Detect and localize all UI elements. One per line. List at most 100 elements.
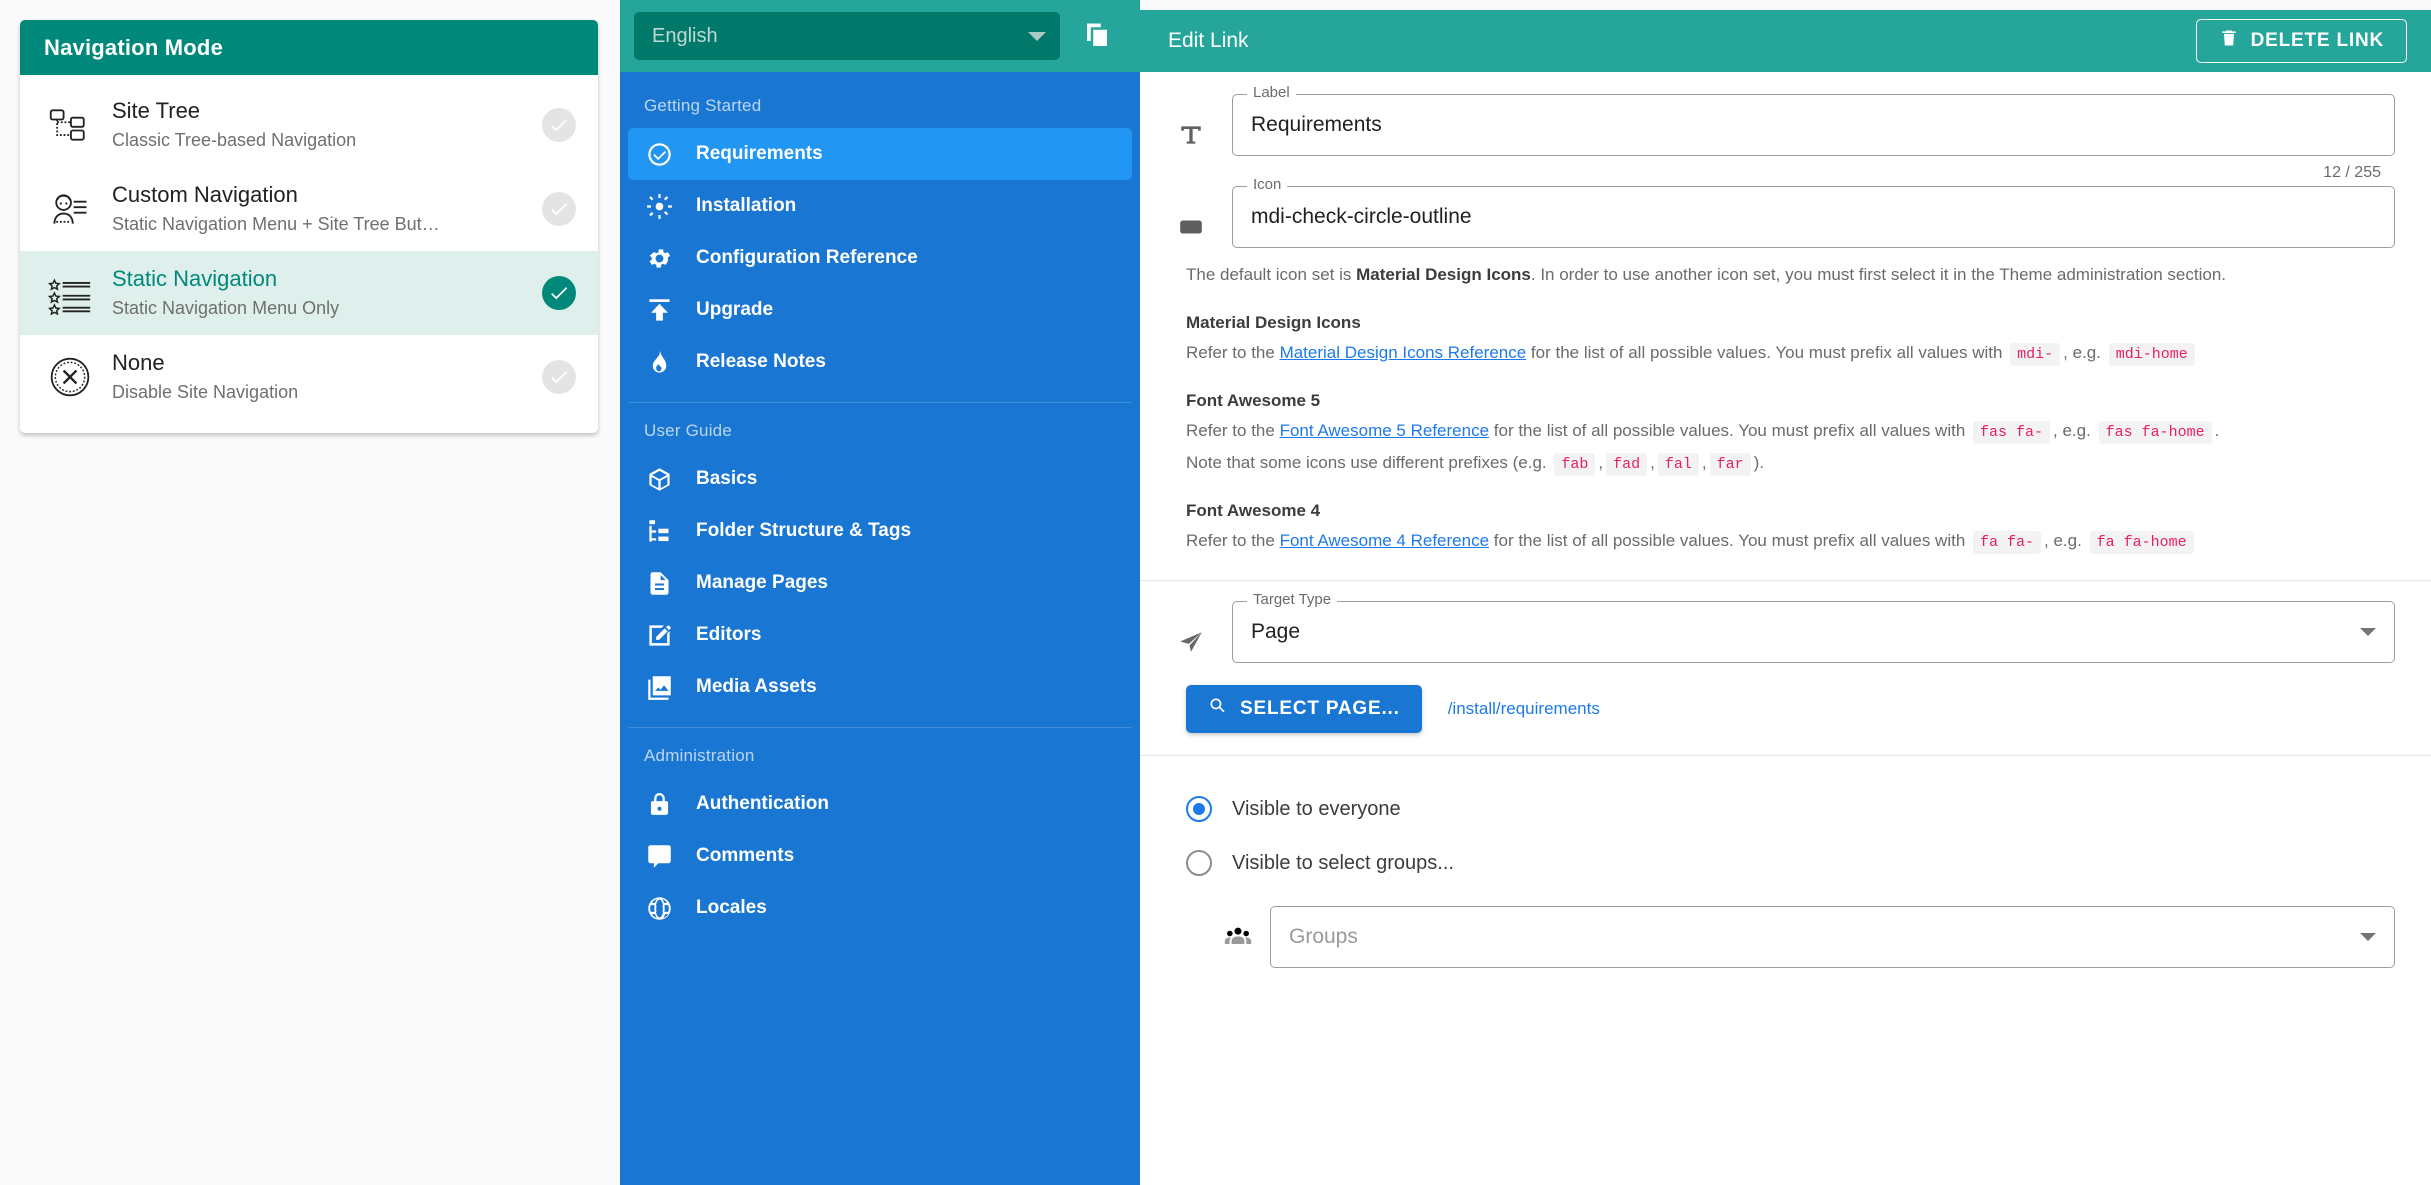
sidebar-item-manage-pages[interactable]: Manage Pages: [628, 557, 1132, 609]
select-page-button[interactable]: SELECT PAGE...: [1186, 685, 1422, 733]
nav-mode-option-text: Custom Navigation Static Navigation Menu…: [96, 181, 530, 237]
code-chip-fal: fal: [1657, 453, 1699, 476]
sidebar-item-label: Installation: [696, 195, 797, 216]
icon-input-caption: Icon: [1247, 176, 1288, 193]
upload-icon: [642, 297, 676, 324]
nav-mode-option-title: None: [112, 350, 165, 375]
nav-mode-option-title: Custom Navigation: [112, 182, 298, 207]
delete-link-button[interactable]: DELETE LINK: [2195, 19, 2407, 63]
help-fa5-post: .: [2214, 421, 2220, 440]
material-design-icons-reference-link[interactable]: Material Design Icons Reference: [1280, 343, 1527, 362]
help-fa5-note-post: ).: [1753, 453, 1765, 472]
help-fa4-mid: for the list of all possible values. You…: [1489, 531, 1971, 550]
code-chip-fad: fad: [1606, 453, 1648, 476]
check-circle-icon: [542, 108, 576, 142]
cog-icon: [642, 245, 676, 272]
app-root: Navigation Mode Site Tree Classic Tree-b…: [0, 0, 2431, 1185]
sidebar-item-configuration-reference[interactable]: Configuration Reference: [628, 232, 1132, 284]
help-mdi-mid: for the list of all possible values. You…: [1526, 343, 2008, 362]
nav-mode-option-static-navigation[interactable]: Static Navigation Static Navigation Menu…: [20, 251, 598, 335]
nav-mode-option-title: Site Tree: [112, 98, 201, 123]
navigation-mode-title: Navigation Mode: [44, 34, 224, 60]
groups-select[interactable]: Groups: [1270, 906, 2395, 968]
label-field-section: Label Requirements 12 / 255: [1140, 72, 2431, 182]
help-fa4-pre: Refer to the: [1186, 531, 1280, 550]
navigation-mode-column: Navigation Mode Site Tree Classic Tree-b…: [0, 0, 620, 1185]
help-heading-fa5: Font Awesome 5: [1186, 391, 1321, 410]
sidebar-item-label: Editors: [696, 624, 762, 645]
code-chip-fa-fa-home: fa fa-home: [2089, 531, 2194, 554]
magnify-icon: [1208, 696, 1240, 722]
sidebar-item-media-assets[interactable]: Media Assets: [628, 661, 1132, 713]
target-type-row: Target Type Page: [1168, 591, 2395, 663]
sidebar-item-editors[interactable]: Editors: [628, 609, 1132, 661]
font-awesome-4-reference-link[interactable]: Font Awesome 4 Reference: [1280, 531, 1489, 550]
nav-mode-option-subtitle: Classic Tree-based Navigation: [112, 130, 357, 150]
sidebar-item-label: Manage Pages: [696, 572, 828, 593]
visible-to-everyone-radio[interactable]: [1186, 796, 1212, 822]
visible-to-everyone-row[interactable]: Visible to everyone: [1140, 782, 2431, 836]
nav-mode-option-none[interactable]: None Disable Site Navigation: [20, 335, 598, 419]
help-text-fa4: Refer to the Font Awesome 4 Reference fo…: [1186, 526, 2395, 558]
delete-link-label: DELETE LINK: [2250, 30, 2384, 51]
help-fa5-note-pre: Note that some icons use different prefi…: [1186, 453, 1552, 472]
check-circle-icon: [542, 360, 576, 394]
navigation-mode-card: Navigation Mode Site Tree Classic Tree-b…: [20, 20, 598, 433]
code-chip-fab: fab: [1554, 453, 1596, 476]
label-input[interactable]: Label Requirements: [1232, 84, 2395, 156]
sidebar-item-label: Release Notes: [696, 351, 826, 372]
target-type-select[interactable]: Target Type Page: [1232, 591, 2395, 663]
site-tree-icon: [44, 103, 96, 147]
navigation-mode-list: Site Tree Classic Tree-based Navigation: [20, 75, 598, 433]
lock-icon: [642, 791, 676, 818]
fire-icon: [642, 349, 676, 376]
sidebar-toolbar: English: [620, 0, 1140, 72]
globe-icon: [642, 895, 676, 922]
icon-help-block: The default icon set is Material Design …: [1140, 248, 2431, 558]
code-chip-fa-fa-prefix: fa fa-: [1973, 531, 2042, 554]
trash-icon: [2219, 28, 2251, 54]
label-char-counter: 12 / 255: [2323, 164, 2381, 181]
visible-to-select-groups-radio[interactable]: [1186, 850, 1212, 876]
chevron-down-icon: [2360, 628, 2376, 636]
nav-mode-option-custom-navigation[interactable]: Custom Navigation Static Navigation Menu…: [20, 167, 598, 251]
icon-help-intro-pre: The default icon set is: [1186, 265, 1357, 284]
sidebar-item-folder-structure-tags[interactable]: Folder Structure & Tags: [628, 505, 1132, 557]
help-note-fa5: Note that some icons use different prefi…: [1186, 448, 2395, 480]
sidebar-item-basics[interactable]: Basics: [628, 453, 1132, 505]
custom-navigation-icon: [44, 187, 96, 231]
icon-help-intro: The default icon set is Material Design …: [1186, 260, 2395, 290]
link-editor-column: Edit Link DELETE LINK Label Requirements…: [1140, 0, 2431, 1185]
page-title: Edit Link: [1168, 29, 1249, 52]
icon-input-value: mdi-check-circle-outline: [1251, 205, 1472, 228]
navigation-mode-header: Navigation Mode: [20, 20, 598, 75]
sidebar-item-upgrade[interactable]: Upgrade: [628, 284, 1132, 336]
sidebar-item-label: Folder Structure & Tags: [696, 520, 912, 541]
check-circle-outline-icon: [642, 141, 676, 168]
sidebar-item-release-notes[interactable]: Release Notes: [628, 336, 1132, 388]
select-page-row: SELECT PAGE... /install/requirements: [1140, 663, 2431, 733]
nav-mode-option-subtitle: Static Navigation Menu + Site Tree But…: [112, 214, 440, 234]
help-text-fa5: Refer to the Font Awesome 5 Reference fo…: [1186, 416, 2395, 448]
sidebar-item-comments[interactable]: Comments: [628, 830, 1132, 882]
check-circle-icon-selected: [542, 276, 576, 310]
code-chip-fas-fa-prefix: fas fa-: [1973, 421, 2051, 444]
static-navigation-icon: [44, 271, 96, 315]
sidebar-item-label: Comments: [696, 845, 795, 866]
copy-icon[interactable]: [1070, 9, 1124, 63]
font-awesome-5-reference-link[interactable]: Font Awesome 5 Reference: [1280, 421, 1489, 440]
check-circle-icon: [542, 192, 576, 226]
sidebar-item-authentication[interactable]: Authentication: [628, 778, 1132, 830]
sidebar-item-requirements[interactable]: Requirements: [628, 128, 1132, 180]
file-document-icon: [642, 570, 676, 597]
icon-input[interactable]: Icon mdi-check-circle-outline: [1232, 176, 2395, 248]
sidebar-item-installation[interactable]: Installation: [628, 180, 1132, 232]
nav-mode-option-site-tree[interactable]: Site Tree Classic Tree-based Navigation: [20, 83, 598, 167]
link-editor-body: Label Requirements 12 / 255 Icon mdi-che…: [1140, 72, 2431, 1185]
label-input-caption: Label: [1247, 84, 1296, 101]
visible-to-select-groups-row[interactable]: Visible to select groups...: [1140, 836, 2431, 890]
help-fa5-eg: , e.g.: [2053, 421, 2096, 440]
language-selector[interactable]: English: [634, 12, 1060, 60]
sidebar-item-locales[interactable]: Locales: [628, 882, 1132, 934]
selected-page-path: /install/requirements: [1447, 699, 1600, 718]
